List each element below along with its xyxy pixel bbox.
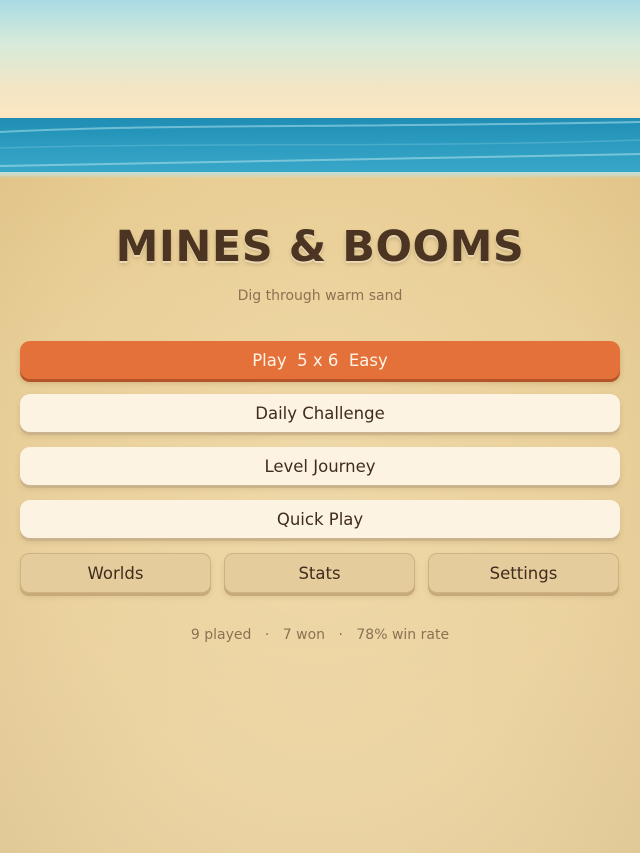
stats-separator: ·: [338, 627, 343, 643]
worlds-label: Worlds: [87, 563, 144, 583]
shoreline: [0, 172, 640, 178]
daily-challenge-button[interactable]: Daily Challenge: [20, 394, 620, 432]
sky-background: [0, 0, 640, 120]
games-played: 9 played: [190, 627, 252, 643]
play-button-label: Play 5 x 6 Easy: [252, 350, 388, 370]
wave-lines: [0, 121, 640, 167]
quick-play-label: Quick Play: [276, 509, 364, 529]
play-button[interactable]: Play 5 x 6 Easy: [20, 341, 620, 379]
settings-button[interactable]: Settings: [428, 553, 619, 593]
level-journey-button[interactable]: Level Journey: [20, 447, 620, 485]
games-won: 7 won: [282, 627, 326, 643]
settings-label: Settings: [489, 563, 558, 583]
quick-play-button[interactable]: Quick Play: [20, 500, 620, 538]
stats-separator: ·: [264, 627, 270, 643]
sea-band: [0, 118, 640, 176]
worlds-button[interactable]: Worlds: [20, 553, 211, 593]
stats-button[interactable]: Stats: [224, 553, 415, 593]
win-rate: 78% win rate: [356, 627, 450, 643]
stats-label: Stats: [298, 563, 341, 583]
stats-summary: 9 played · 7 won · 78% win rate: [0, 627, 640, 643]
daily-challenge-label: Daily Challenge: [255, 403, 385, 423]
game-subtitle: Dig through warm sand: [237, 288, 403, 304]
level-journey-label: Level Journey: [264, 456, 376, 476]
game-title: MINES & BOOMS: [115, 222, 525, 272]
